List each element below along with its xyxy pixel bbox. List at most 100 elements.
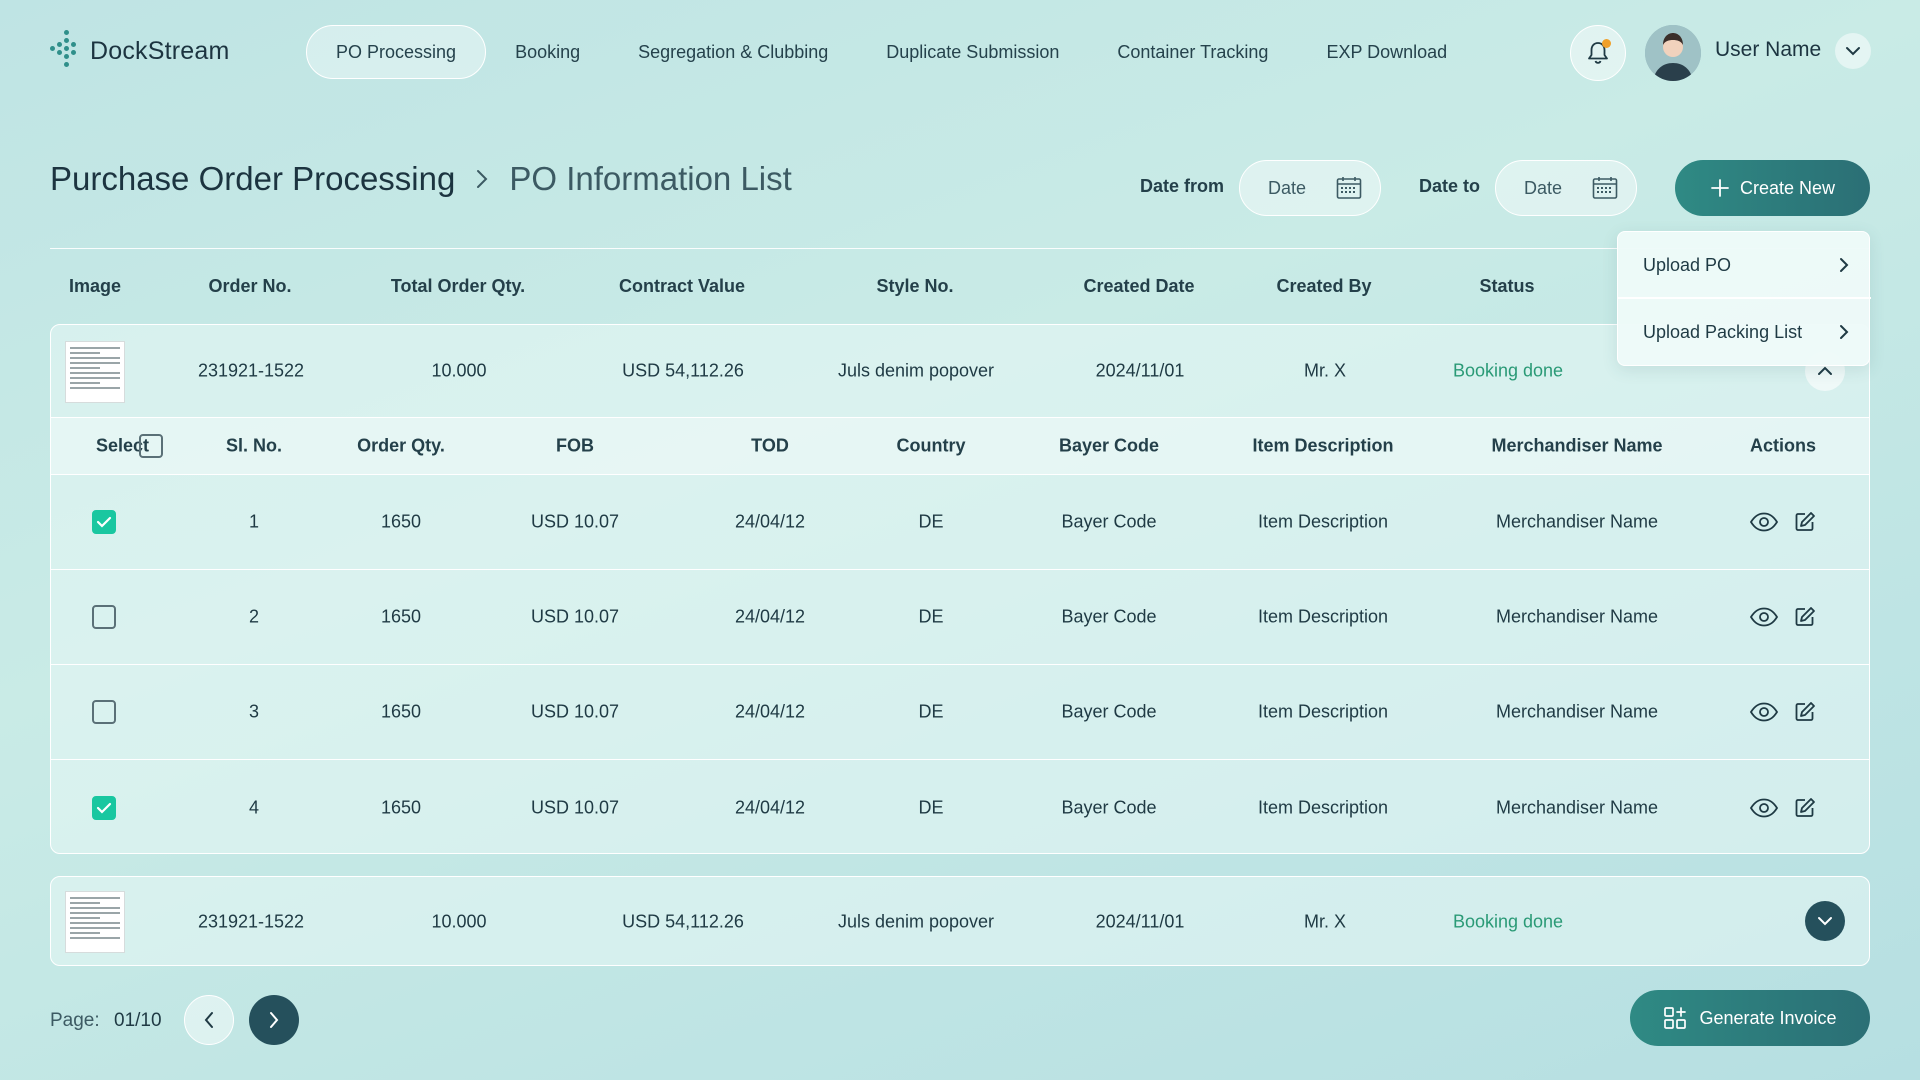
create-new-menu: Upload PO Upload Packing List: [1617, 231, 1871, 366]
edit-icon[interactable]: [1794, 797, 1816, 819]
col-head-created-date: Created Date: [1083, 276, 1195, 296]
fob: USD 10.07: [530, 701, 620, 722]
menu-item-upload-packing-list[interactable]: Upload Packing List: [1618, 299, 1871, 365]
date-from-input[interactable]: Date: [1239, 160, 1381, 216]
page-subtitle: PO Information List: [509, 160, 792, 197]
order-no: 231921-1522: [197, 911, 305, 932]
date-to-label: Date to: [1419, 176, 1481, 196]
nav-item-booking[interactable]: Booking: [486, 25, 609, 79]
country: DE: [918, 606, 944, 627]
order-qty: 1650: [380, 511, 422, 532]
eye-icon[interactable]: [1749, 798, 1779, 818]
sl-no: 2: [248, 606, 260, 627]
grid-icon: [1664, 1007, 1687, 1029]
notification-button[interactable]: [1570, 25, 1626, 81]
eye-icon[interactable]: [1749, 512, 1779, 532]
order-qty: 1650: [380, 701, 422, 722]
next-page-button[interactable]: [249, 995, 299, 1045]
tod: 24/04/12: [734, 606, 806, 627]
nav-item-container-tracking[interactable]: Container Tracking: [1088, 25, 1297, 79]
po-thumbnail[interactable]: [65, 341, 125, 403]
create-new-label: Create New: [1739, 177, 1836, 198]
merchandiser-name: Merchandiser Name: [1495, 606, 1659, 627]
nav-item-segregation-clubbing[interactable]: Segregation & Clubbing: [609, 25, 857, 79]
chevron-right-icon: [1840, 258, 1849, 272]
order-card: 231921-1522 10.000 USD 54,112.26 Juls de…: [50, 876, 1870, 966]
avatar-icon: [1645, 25, 1701, 81]
po-thumbnail[interactable]: [65, 891, 125, 953]
chevron-down-icon: [1818, 917, 1832, 926]
merchandiser-name: Merchandiser Name: [1495, 797, 1659, 817]
edit-icon[interactable]: [1794, 606, 1816, 628]
expand-button[interactable]: [1805, 901, 1845, 941]
select-all-checkbox[interactable]: [139, 434, 163, 458]
sl-no: 4: [248, 797, 260, 817]
bayer-code: Bayer Code: [1061, 701, 1157, 722]
chevron-right-icon: [477, 170, 488, 188]
bayer-code: Bayer Code: [1061, 606, 1157, 627]
col-head-image: Image: [68, 276, 122, 296]
nav-item-duplicate-submission[interactable]: Duplicate Submission: [857, 25, 1088, 79]
prev-page-button[interactable]: [184, 995, 234, 1045]
table-row: 4 1650 USD 10.07 24/04/12 DE Bayer Code …: [51, 760, 1869, 853]
col-head-bayer-code: Bayer Code: [1058, 435, 1160, 456]
edit-icon[interactable]: [1794, 701, 1816, 723]
col-head-actions: Actions: [1749, 435, 1817, 456]
col-head-total-qty: Total Order Qty.: [390, 276, 526, 296]
item-description: Item Description: [1257, 797, 1389, 817]
created-by: Mr. X: [1303, 911, 1347, 932]
top-header: DockStream PO Processing Booking Segrega…: [0, 0, 1920, 100]
row-checkbox[interactable]: [92, 795, 116, 820]
generate-invoice-button[interactable]: Generate Invoice: [1630, 990, 1870, 1046]
col-head-order-qty: Order Qty.: [357, 435, 445, 456]
generate-invoice-label: Generate Invoice: [1699, 1007, 1837, 1028]
order-row[interactable]: 231921-1522 10.000 USD 54,112.26 Juls de…: [51, 877, 1869, 965]
order-row[interactable]: 231921-1522 10.000 USD 54,112.26 Juls de…: [51, 325, 1869, 417]
status-badge: Booking done: [1452, 360, 1564, 381]
col-head-order-no: Order No.: [208, 276, 292, 296]
tod: 24/04/12: [734, 797, 806, 817]
item-description: Item Description: [1257, 606, 1389, 627]
col-head-status: Status: [1479, 276, 1535, 296]
contract-value: USD 54,112.26: [622, 360, 744, 381]
page-title[interactable]: Purchase Order Processing: [50, 160, 455, 198]
order-no: 231921-1522: [197, 360, 305, 381]
table-row: 1 1650 USD 10.07 24/04/12 DE Bayer Code …: [51, 475, 1869, 570]
user-menu-button[interactable]: [1835, 33, 1871, 69]
fob: USD 10.07: [530, 606, 620, 627]
row-checkbox[interactable]: [92, 510, 116, 534]
table-row: 3 1650 USD 10.07 24/04/12 DE Bayer Code …: [51, 665, 1869, 760]
created-date: 2024/11/01: [1095, 911, 1185, 932]
breadcrumb: Purchase Order Processing PO Information…: [50, 160, 792, 198]
date-from-label: Date from: [1140, 176, 1225, 196]
main-nav: PO Processing Booking Segregation & Club…: [306, 25, 1476, 79]
style-no: Juls denim popover: [837, 911, 995, 932]
eye-icon[interactable]: [1749, 702, 1779, 722]
date-to-input[interactable]: Date: [1495, 160, 1637, 216]
avatar[interactable]: [1645, 25, 1701, 81]
order-qty: 1650: [380, 606, 422, 627]
row-checkbox[interactable]: [92, 700, 116, 724]
menu-item-upload-po[interactable]: Upload PO: [1618, 232, 1871, 298]
menu-item-label: Upload Packing List: [1643, 321, 1803, 342]
nav-item-po-processing[interactable]: PO Processing: [306, 25, 487, 79]
col-head-item-description: Item Description: [1252, 435, 1394, 456]
create-new-button[interactable]: Create New: [1675, 160, 1870, 216]
user-name: User Name: [1715, 38, 1822, 61]
chevron-up-icon: [1818, 366, 1832, 375]
chevron-right-icon: [270, 1012, 279, 1028]
col-head-contract-value: Contract Value: [618, 276, 746, 296]
item-description: Item Description: [1257, 511, 1389, 532]
app-logo[interactable]: DockStream: [50, 30, 230, 72]
contract-value: USD 54,112.26: [622, 911, 744, 932]
pagination-value: 01/10: [114, 1010, 162, 1031]
eye-icon[interactable]: [1749, 607, 1779, 627]
total-qty: 10.000: [431, 911, 487, 932]
row-checkbox[interactable]: [92, 605, 116, 629]
col-head-style-no: Style No.: [876, 276, 954, 296]
col-head-merchandiser: Merchandiser Name: [1491, 435, 1663, 456]
notification-dot: [1602, 39, 1611, 48]
bayer-code: Bayer Code: [1061, 797, 1157, 817]
nav-item-exp-download[interactable]: EXP Download: [1297, 25, 1476, 79]
edit-icon[interactable]: [1794, 511, 1816, 533]
